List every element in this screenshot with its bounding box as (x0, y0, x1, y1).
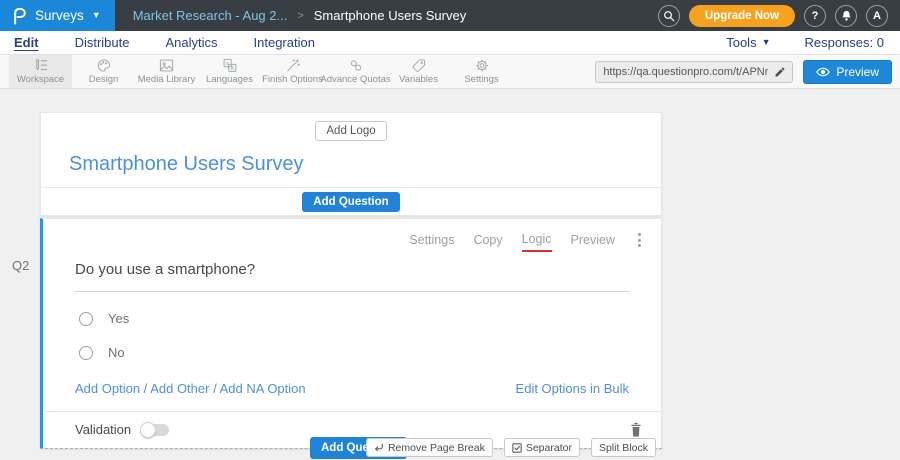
palette-icon (96, 58, 112, 73)
chain-links-icon (348, 58, 364, 73)
page-break-actions: Remove Page Break Separator Split Block (366, 438, 656, 457)
page-break-icon (374, 443, 384, 453)
questionpro-logo-icon (10, 6, 27, 26)
chevron-down-icon: ▼ (92, 11, 101, 20)
trash-icon (629, 422, 643, 437)
top-actions: Upgrade Now ? A (658, 5, 900, 27)
top-bar: Surveys ▼ Market Research - Aug 2... > S… (0, 0, 900, 31)
svg-text:a: a (225, 61, 228, 67)
toolbar-item-advance-quotas[interactable]: Advance Quotas (324, 55, 387, 88)
gear-icon (474, 58, 490, 73)
search-icon (663, 10, 675, 22)
tab-distribute[interactable]: Distribute (75, 35, 130, 50)
survey-canvas: Add Logo Smartphone Users Survey Add Que… (0, 89, 900, 460)
breadcrumb-survey-name: Smartphone Users Survey (314, 8, 466, 23)
question-text[interactable]: Do you use a smartphone? (75, 261, 629, 292)
toolbar-item-design[interactable]: Design (72, 55, 135, 88)
edit-toolbar: Workspace Design Media Library a A (0, 55, 900, 89)
remove-page-break-button[interactable]: Remove Page Break (366, 438, 493, 457)
question-card: Settings Copy Logic Preview Do you use a… (40, 218, 662, 449)
magic-wand-icon (285, 58, 301, 73)
answer-option-row[interactable]: No (79, 345, 661, 360)
product-name: Surveys (35, 8, 84, 23)
question-tab-preview[interactable]: Preview (571, 233, 615, 251)
survey-nav: Edit Distribute Analytics Integration To… (0, 31, 900, 55)
link-separator: / (144, 381, 148, 396)
tab-edit[interactable]: Edit (14, 35, 39, 50)
image-icon (158, 58, 175, 73)
responses-count[interactable]: Responses: 0 (805, 35, 885, 50)
tab-analytics[interactable]: Analytics (165, 35, 217, 50)
add-na-option-link[interactable]: Add NA Option (220, 381, 306, 396)
tools-label: Tools (726, 35, 756, 50)
add-option-link[interactable]: Add Option (75, 381, 140, 396)
upgrade-now-button[interactable]: Upgrade Now (689, 5, 795, 27)
toolbar-item-languages[interactable]: a A Languages (198, 55, 261, 88)
edit-options-in-bulk-link[interactable]: Edit Options in Bulk (516, 381, 629, 396)
edit-url-button[interactable] (768, 66, 792, 78)
add-logo-button[interactable]: Add Logo (315, 121, 386, 141)
toolbar-item-finish-options[interactable]: Finish Options (261, 55, 324, 88)
toolbar-item-variables[interactable]: Variables (387, 55, 450, 88)
app-screen: Surveys ▼ Market Research - Aug 2... > S… (0, 0, 900, 460)
tab-integration[interactable]: Integration (254, 35, 315, 50)
add-other-link[interactable]: Add Other (150, 381, 209, 396)
nav-right: Tools ▼ Responses: 0 (726, 35, 884, 50)
answer-option-row[interactable]: Yes (79, 311, 661, 326)
notifications-button[interactable] (835, 5, 857, 27)
translate-icon: a A (222, 58, 238, 73)
breadcrumb: Market Research - Aug 2... > Smartphone … (133, 8, 467, 23)
chevron-down-icon: ▼ (762, 38, 771, 47)
delete-question-button[interactable] (629, 422, 643, 437)
tools-menu[interactable]: Tools ▼ (726, 35, 770, 50)
question-tab-settings[interactable]: Settings (409, 233, 454, 251)
question-tab-copy[interactable]: Copy (473, 233, 502, 251)
radio-button-icon[interactable] (79, 346, 93, 360)
toolbar-item-settings[interactable]: Settings (450, 55, 513, 88)
search-button[interactable] (658, 5, 680, 27)
account-avatar[interactable]: A (866, 5, 888, 27)
option-links-row: Add Option / Add Other / Add NA Option E… (75, 381, 629, 396)
breadcrumb-folder[interactable]: Market Research - Aug 2... (133, 8, 288, 23)
checkbox-checked-icon (512, 443, 522, 453)
toolbar-item-workspace[interactable]: Workspace (9, 55, 72, 88)
question-tab-logic[interactable]: Logic (522, 232, 552, 252)
breadcrumb-separator-icon: > (297, 10, 303, 22)
question-actions: Settings Copy Logic Preview (43, 219, 661, 255)
option-label[interactable]: Yes (108, 311, 129, 326)
separator-button[interactable]: Separator (504, 438, 580, 457)
pencil-icon (774, 66, 786, 78)
radio-button-icon[interactable] (79, 312, 93, 326)
workspace-icon (32, 58, 49, 73)
nav-tabs: Edit Distribute Analytics Integration (14, 35, 315, 50)
surveys-product-menu[interactable]: Surveys ▼ (0, 0, 115, 31)
add-option-links: Add Option / Add Other / Add NA Option (75, 381, 306, 396)
toolbar-item-media-library[interactable]: Media Library (135, 55, 198, 88)
page-break-row: Add Question Remove Page Break Separator (40, 437, 662, 459)
survey-url-field[interactable]: https://qa.questionpro.com/t/APNrFZgQ (595, 61, 793, 83)
add-question-button-top[interactable]: Add Question (302, 192, 399, 212)
toolbar-right: https://qa.questionpro.com/t/APNrFZgQ Pr… (595, 55, 900, 88)
help-button[interactable]: ? (804, 5, 826, 27)
more-options-icon[interactable] (634, 231, 645, 253)
survey-url[interactable]: https://qa.questionpro.com/t/APNrFZgQ (596, 66, 768, 78)
validation-toggle[interactable] (141, 424, 169, 436)
validation-label: Validation (75, 422, 131, 437)
split-block-button[interactable]: Split Block (591, 438, 656, 457)
bell-icon (841, 10, 852, 22)
survey-header-card: Add Logo Smartphone Users Survey Add Que… (40, 112, 662, 216)
tag-icon (411, 58, 427, 73)
survey-title[interactable]: Smartphone Users Survey (69, 153, 661, 176)
option-label[interactable]: No (108, 345, 125, 360)
svg-text:A: A (230, 66, 234, 72)
question-number: Q2 (12, 258, 29, 273)
link-separator: / (213, 381, 217, 396)
eye-icon (816, 67, 830, 77)
preview-button[interactable]: Preview (803, 60, 892, 84)
